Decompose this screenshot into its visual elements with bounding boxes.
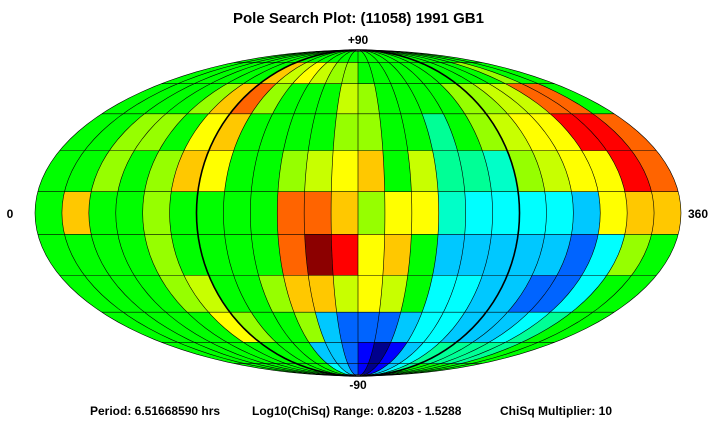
heatmap-cell bbox=[169, 191, 198, 235]
heatmap-cell bbox=[358, 191, 385, 235]
chisq-range-label: Log10(ChiSq) Range: 0.8203 - 1.5288 bbox=[252, 404, 462, 418]
heatmap-cell bbox=[382, 150, 412, 192]
heatmap-cell bbox=[304, 150, 334, 192]
heatmap-cell bbox=[333, 113, 358, 151]
heatmap-cell bbox=[384, 191, 412, 235]
axis-label-right: 360 bbox=[688, 207, 708, 221]
heatmap-cell bbox=[88, 191, 118, 235]
axis-label-left: 0 bbox=[7, 207, 14, 221]
heatmap-cell bbox=[571, 191, 601, 235]
heatmap-cell bbox=[518, 191, 547, 235]
chisq-multiplier-label: ChiSq Multiplier: 10 bbox=[500, 404, 612, 418]
pole-search-plot: Pole Search Plot: (11058) 1991 GB1 +90 -… bbox=[7, 10, 709, 418]
heatmap-cell bbox=[61, 191, 92, 235]
heatmap-cell bbox=[598, 191, 628, 235]
heatmap-cell bbox=[333, 275, 358, 313]
heatmap-cell bbox=[491, 191, 520, 235]
heatmap-cell bbox=[358, 275, 383, 313]
heatmap-cell bbox=[304, 234, 334, 276]
axis-label-bottom: -90 bbox=[349, 378, 367, 392]
heatmap-cell bbox=[277, 191, 305, 235]
heatmap-cell bbox=[304, 191, 332, 235]
heatmap-cell bbox=[35, 191, 65, 235]
heatmap-cell bbox=[624, 191, 655, 235]
heatmap-cell bbox=[358, 113, 383, 151]
period-label: Period: 6.51668590 hrs bbox=[90, 404, 220, 418]
heatmap-cell bbox=[464, 191, 493, 235]
heatmap-cell bbox=[223, 191, 252, 235]
axis-label-top: +90 bbox=[348, 33, 369, 47]
heatmap-cell bbox=[331, 150, 358, 192]
heatmap-cell bbox=[331, 191, 358, 235]
heatmap-cell bbox=[358, 234, 385, 276]
heatmap-cell bbox=[358, 150, 385, 192]
heatmap-cell bbox=[382, 234, 412, 276]
heatmap-cell bbox=[115, 191, 145, 235]
heatmap-cell bbox=[411, 191, 439, 235]
heatmap-cell bbox=[438, 191, 466, 235]
heatmap-cell bbox=[544, 191, 574, 235]
heatmap-cell bbox=[196, 191, 225, 235]
heatmap-cell bbox=[651, 191, 681, 235]
heatmap-cell bbox=[142, 191, 172, 235]
heatmap-cell bbox=[250, 191, 278, 235]
heatmap-cell bbox=[331, 234, 358, 276]
chart-title: Pole Search Plot: (11058) 1991 GB1 bbox=[233, 10, 484, 27]
